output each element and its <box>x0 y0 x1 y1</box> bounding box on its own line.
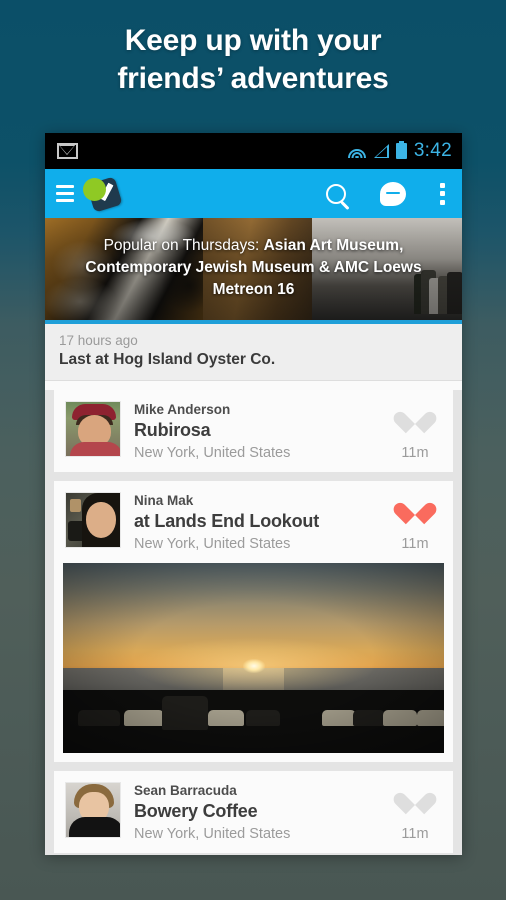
avatar[interactable] <box>65 401 121 457</box>
activity-feed: Mike Anderson Rubirosa New York, United … <box>45 390 462 855</box>
foursquare-swarm-logo-icon[interactable] <box>76 175 123 213</box>
timestamp: 11m <box>401 536 429 552</box>
checkin-photo-wrapper <box>54 563 453 762</box>
banner-prefix: Popular on Thursdays: <box>103 237 260 254</box>
last-checkin-time: 17 hours ago <box>59 333 138 348</box>
heart-icon[interactable] <box>390 494 428 525</box>
last-checkin-label: Last at Hog Island Oyster Co. <box>59 351 276 368</box>
venue-location: New York, United States <box>134 445 291 461</box>
status-indicators: 3:42 <box>348 140 452 162</box>
venue-location: New York, United States <box>134 826 291 842</box>
banner-text: Popular on Thursdays: Asian Art Museum, … <box>45 235 462 301</box>
venue-name[interactable]: at Lands End Lookout <box>134 511 389 532</box>
avatar[interactable] <box>65 492 121 548</box>
promo-banner[interactable]: Popular on Thursdays: Asian Art Museum, … <box>45 218 462 320</box>
status-clock: 3:42 <box>413 140 452 161</box>
list-item[interactable]: Mike Anderson Rubirosa New York, United … <box>54 390 453 472</box>
headline-line-1: Keep up with your <box>124 24 382 57</box>
list-item-actions: 11m <box>389 401 441 461</box>
list-item-meta: Sean Barracuda Bowery Coffee New York, U… <box>121 782 389 842</box>
heart-icon[interactable] <box>390 403 428 434</box>
user-name[interactable]: Nina Mak <box>134 493 389 508</box>
user-name[interactable]: Mike Anderson <box>134 402 389 417</box>
list-item-actions: 11m <box>389 782 441 842</box>
venue-name[interactable]: Rubirosa <box>134 420 389 441</box>
page-title: Keep up with your friends’ adventures <box>0 22 506 98</box>
list-item-meta: Nina Mak at Lands End Lookout New York, … <box>121 492 389 552</box>
list-item-actions: 11m <box>389 492 441 552</box>
search-icon[interactable] <box>326 183 346 204</box>
hamburger-menu-icon[interactable] <box>56 185 74 202</box>
android-status-bar: 3:42 <box>45 133 462 169</box>
app-action-bar <box>45 169 462 218</box>
gmail-icon <box>57 143 78 159</box>
battery-icon <box>395 140 407 159</box>
venue-location: New York, United States <box>134 536 291 552</box>
sunset-over-ocean-photo[interactable] <box>63 563 444 753</box>
venue-name[interactable]: Bowery Coffee <box>134 801 389 822</box>
chat-bubble-icon[interactable] <box>380 181 406 206</box>
timestamp: 11m <box>401 826 429 842</box>
cell-signal-icon <box>373 144 389 158</box>
list-item[interactable]: Sean Barracuda Bowery Coffee New York, U… <box>54 771 453 853</box>
overflow-menu-icon[interactable] <box>440 182 445 205</box>
wifi-icon <box>348 144 367 158</box>
last-checkin-strip[interactable]: 17 hours ago Last at Hog Island Oyster C… <box>45 324 462 381</box>
action-bar-actions <box>326 181 445 206</box>
phone-screenshot: 3:42 Popular on Thursdays: Asian Art Mus… <box>45 133 462 855</box>
list-item[interactable]: Nina Mak at Lands End Lookout New York, … <box>54 481 453 762</box>
timestamp: 11m <box>401 445 429 461</box>
heart-icon[interactable] <box>390 784 428 815</box>
headline-line-2: friends’ adventures <box>117 61 389 95</box>
avatar[interactable] <box>65 782 121 838</box>
status-notifications <box>57 143 78 159</box>
user-name[interactable]: Sean Barracuda <box>134 783 389 798</box>
list-item-meta: Mike Anderson Rubirosa New York, United … <box>121 401 389 461</box>
